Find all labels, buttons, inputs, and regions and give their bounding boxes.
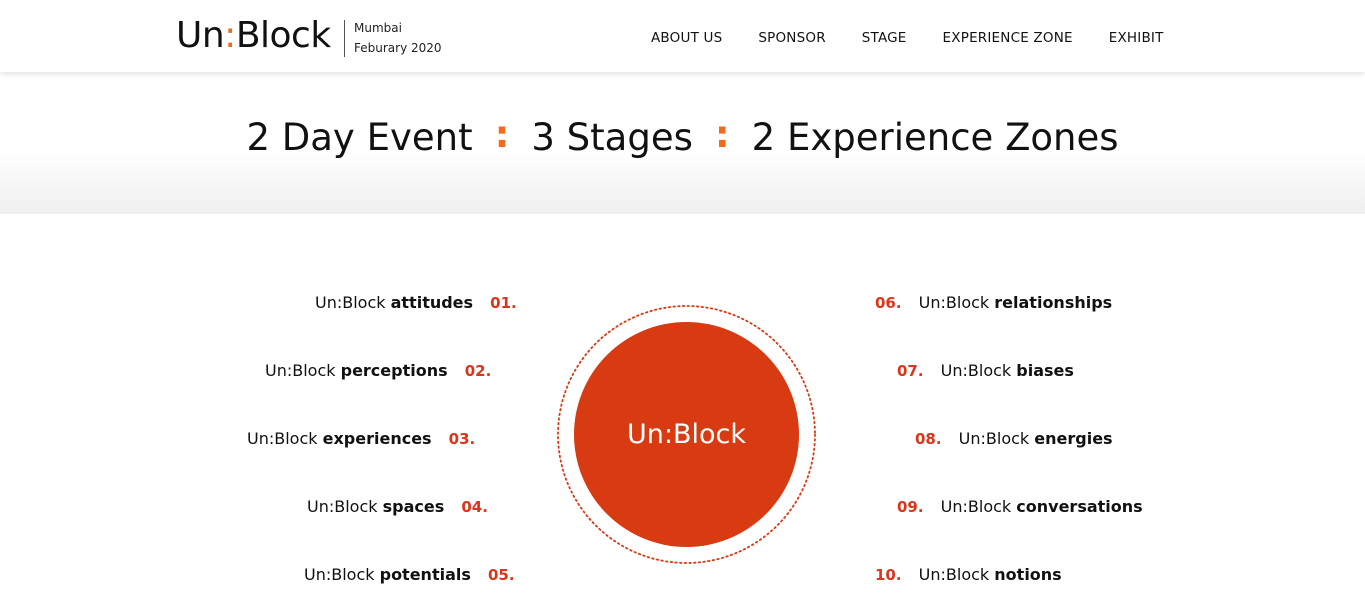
stat-separator: : bbox=[714, 113, 730, 156]
stats-band: 2 Day Event:3 Stages:2 Experience Zones bbox=[0, 72, 1365, 214]
logo-divider bbox=[344, 20, 345, 57]
logo-colon: : bbox=[224, 15, 236, 56]
topic-prefix: Un:Block bbox=[940, 497, 1012, 516]
topic-number: 01. bbox=[490, 294, 517, 312]
nav-about-us[interactable]: ABOUT US bbox=[651, 30, 722, 46]
topic-word: conversations bbox=[1016, 497, 1143, 516]
center-circle: Un:Block bbox=[556, 304, 817, 565]
topic-item-07: 07. Un:Block biases bbox=[897, 361, 1074, 380]
topic-number: 03. bbox=[448, 430, 476, 448]
center-label: Un:Block bbox=[627, 419, 746, 450]
topic-number: 04. bbox=[461, 498, 488, 516]
topic-word: attitudes bbox=[390, 293, 474, 312]
topic-item-02: Un:Block perceptions 02. bbox=[265, 361, 491, 380]
topic-item-09: 09. Un:Block conversations bbox=[897, 497, 1143, 516]
topic-word: biases bbox=[1016, 361, 1074, 380]
logo-prefix: Un bbox=[176, 15, 225, 56]
topic-word: notions bbox=[994, 565, 1062, 584]
topic-prefix: Un:Block bbox=[918, 293, 990, 312]
topic-item-06: 06. Un:Block relationships bbox=[875, 293, 1112, 312]
unblock-topics: Un:Block attitudes 01. Un:Block percepti… bbox=[0, 214, 1365, 607]
event-date: Feburary 2020 bbox=[354, 40, 442, 55]
topic-word: potentials bbox=[379, 565, 471, 584]
main-nav: ABOUT US SPONSOR STAGE EXPERIENCE ZONE E… bbox=[651, 30, 1164, 46]
topic-prefix: Un:Block bbox=[247, 429, 318, 448]
stat-zones: 2 Experience Zones bbox=[751, 116, 1119, 159]
nav-sponsor[interactable]: SPONSOR bbox=[758, 30, 825, 46]
topic-word: relationships bbox=[994, 293, 1113, 312]
stats-line: 2 Day Event:3 Stages:2 Experience Zones bbox=[0, 113, 1365, 159]
topic-item-03: Un:Block experiences 03. bbox=[247, 429, 475, 448]
topic-item-10: 10. Un:Block notions bbox=[875, 565, 1062, 584]
event-meta: Mumbai Feburary 2020 bbox=[354, 19, 442, 58]
topic-prefix: Un:Block bbox=[918, 565, 990, 584]
stat-stages: 3 Stages bbox=[531, 116, 693, 159]
topic-number: 10. bbox=[875, 566, 902, 584]
topic-item-01: Un:Block attitudes 01. bbox=[315, 293, 517, 312]
center-disc: Un:Block bbox=[574, 322, 799, 547]
topic-prefix: Un:Block bbox=[940, 361, 1012, 380]
nav-experience-zone[interactable]: EXPERIENCE ZONE bbox=[943, 30, 1073, 46]
nav-exhibit[interactable]: EXHIBIT bbox=[1109, 30, 1164, 46]
topic-number: 08. bbox=[915, 430, 942, 448]
stat-days: 2 Day Event bbox=[246, 116, 473, 159]
topic-word: energies bbox=[1034, 429, 1113, 448]
site-logo[interactable]: Un:Block bbox=[176, 14, 331, 58]
topic-number: 02. bbox=[464, 362, 492, 380]
topic-word: perceptions bbox=[340, 361, 448, 380]
topic-prefix: Un:Block bbox=[304, 565, 375, 584]
topic-word: spaces bbox=[382, 497, 445, 516]
topic-item-04: Un:Block spaces 04. bbox=[307, 497, 488, 516]
stat-separator: : bbox=[494, 113, 510, 156]
topic-prefix: Un:Block bbox=[958, 429, 1030, 448]
event-city: Mumbai bbox=[354, 21, 402, 35]
topic-prefix: Un:Block bbox=[265, 361, 336, 380]
topic-item-05: Un:Block potentials 05. bbox=[304, 565, 515, 584]
topic-word: experiences bbox=[322, 429, 432, 448]
topic-number: 07. bbox=[897, 362, 924, 380]
logo-suffix: Block bbox=[235, 15, 331, 56]
topic-number: 06. bbox=[875, 294, 902, 312]
topic-number: 05. bbox=[487, 566, 515, 584]
nav-stage[interactable]: STAGE bbox=[862, 30, 907, 46]
topic-prefix: Un:Block bbox=[315, 293, 386, 312]
topic-prefix: Un:Block bbox=[307, 497, 378, 516]
topic-item-08: 08. Un:Block energies bbox=[915, 429, 1113, 448]
site-header: Un:Block Mumbai Feburary 2020 ABOUT US S… bbox=[0, 0, 1365, 72]
topic-number: 09. bbox=[897, 498, 924, 516]
